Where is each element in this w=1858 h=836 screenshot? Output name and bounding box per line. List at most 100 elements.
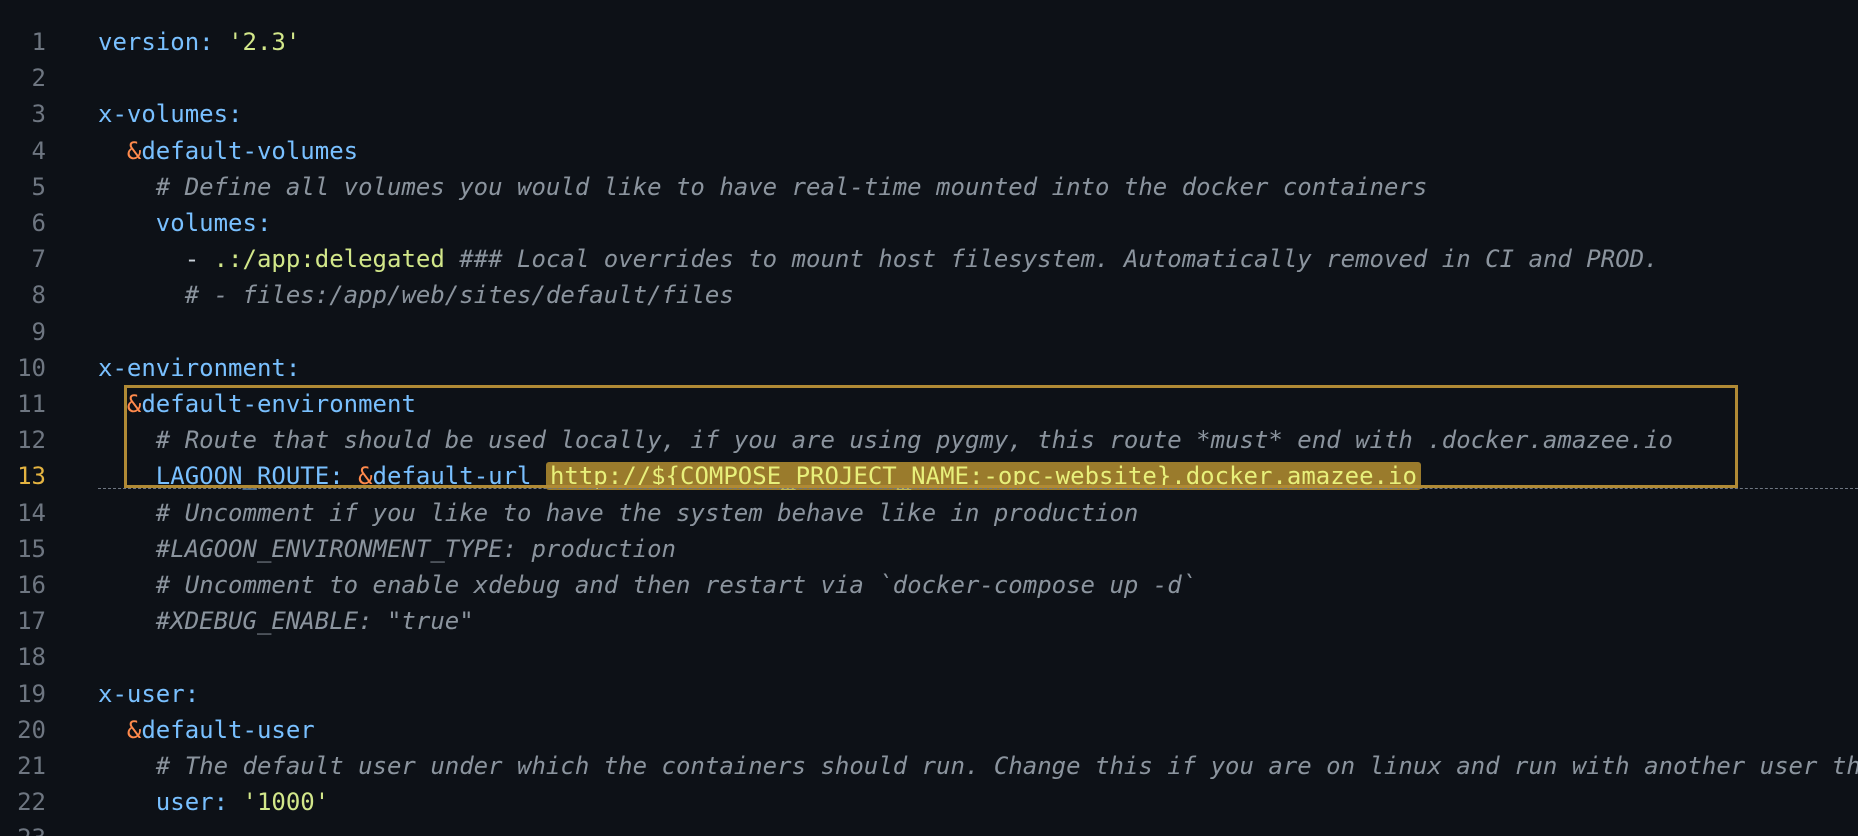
line-number: 5	[31, 172, 46, 201]
line-code[interactable]: x-user:	[98, 676, 199, 712]
line-divider	[98, 488, 1858, 489]
code-token: '1000'	[242, 788, 330, 817]
line-number: 10	[17, 353, 46, 382]
line-number: 20	[17, 715, 46, 744]
code-token: -	[184, 245, 214, 274]
code-token: &	[126, 136, 142, 165]
code-token: # - files:/app/web/sites/default/files	[184, 281, 734, 310]
code-token: # Uncomment to enable xdebug and then re…	[155, 571, 1197, 599]
line-code[interactable]: x-environment:	[98, 350, 300, 386]
line-code[interactable]: # - files:/app/web/sites/default/files	[98, 277, 734, 313]
code-token: &	[358, 462, 373, 491]
code-token: x-volumes	[98, 100, 229, 129]
code-line[interactable]: 12 # Route that should be used locally, …	[0, 422, 1858, 458]
code-line[interactable]: 4 &default-volumes	[0, 133, 1858, 169]
code-line[interactable]: 14 # Uncomment if you like to have the s…	[0, 495, 1858, 531]
line-code[interactable]: volumes:	[98, 205, 272, 241]
code-line[interactable]: 3 x-volumes:	[0, 96, 1858, 132]
code-token: volumes	[155, 209, 257, 237]
line-code[interactable]: #LAGOON_ENVIRONMENT_TYPE: production	[98, 531, 676, 567]
code-token: default-user	[141, 715, 315, 744]
code-token: #LAGOON_ENVIRONMENT_TYPE: production	[155, 534, 676, 563]
line-code[interactable]: x-volumes:	[98, 96, 243, 132]
code-line[interactable]: 18	[0, 639, 1858, 675]
code-line[interactable]: 1 version: '2.3'	[0, 24, 1858, 60]
line-number: 21	[17, 752, 46, 780]
line-number: 11	[17, 390, 46, 418]
line-number: 13	[17, 462, 46, 491]
line-code[interactable]: #XDEBUG_ENABLE: "true"	[98, 603, 474, 639]
line-number: 19	[17, 679, 46, 708]
line-number: 9	[31, 317, 46, 346]
code-line[interactable]: 23	[0, 820, 1858, 836]
line-number: 14	[17, 498, 46, 527]
line-number: 8	[31, 281, 46, 310]
code-token: :	[256, 209, 272, 237]
code-token: :	[184, 679, 200, 708]
code-token: # Route that should be used locally, if …	[155, 426, 1673, 455]
code-token: x-user	[98, 679, 185, 708]
code-token: LAGOON_ROUTE	[155, 462, 330, 491]
code-line[interactable]: 22 user: '1000'	[0, 784, 1858, 820]
code-line[interactable]: 11 &default-environment	[0, 386, 1858, 422]
code-token: :	[228, 100, 243, 129]
line-code[interactable]: - .:/app:delegated ### Local overrides t…	[98, 241, 1659, 277]
line-code[interactable]: # Uncomment to enable xdebug and then re…	[98, 567, 1196, 603]
code-token: &	[126, 390, 142, 418]
code-token: # Define all volumes you would like to h…	[155, 172, 1428, 201]
code-line[interactable]: 2	[0, 60, 1858, 96]
code-token: user	[155, 788, 214, 817]
code-token: :	[199, 28, 229, 56]
line-number: 15	[17, 534, 46, 563]
line-code[interactable]: &default-volumes	[98, 133, 358, 169]
code-line[interactable]: 20 &default-user	[0, 712, 1858, 748]
code-line[interactable]: 19 x-user:	[0, 676, 1858, 712]
code-line[interactable]: 15 #LAGOON_ENVIRONMENT_TYPE: production	[0, 531, 1858, 567]
line-code[interactable]: # Route that should be used locally, if …	[98, 422, 1673, 458]
code-token: .:/app:delegated	[213, 245, 445, 274]
code-token: default-environment	[141, 390, 416, 418]
code-line[interactable]: 17 #XDEBUG_ENABLE: "true"	[0, 603, 1858, 639]
line-code[interactable]: # Uncomment if you like to have the syst…	[98, 495, 1139, 531]
code-token: '2.3'	[228, 28, 301, 56]
line-number: 18	[17, 643, 46, 672]
line-number: 22	[17, 788, 46, 817]
code-token: :	[213, 788, 243, 817]
line-code[interactable]: &default-user	[98, 712, 315, 748]
code-line[interactable]: 7 - .:/app:delegated ### Local overrides…	[0, 241, 1858, 277]
code-line[interactable]: 10 x-environment:	[0, 350, 1858, 386]
code-line[interactable]: 9	[0, 314, 1858, 350]
line-code[interactable]: version: '2.3'	[98, 24, 300, 60]
line-code[interactable]: &default-environment	[98, 386, 416, 422]
code-line[interactable]: 8 # - files:/app/web/sites/default/files	[0, 277, 1858, 313]
highlighted-url: http://${COMPOSE_PROJECT_NAME:-opc-websi…	[545, 462, 1421, 491]
code-token: #XDEBUG_ENABLE: "true"	[155, 607, 474, 636]
line-number: 2	[31, 64, 46, 93]
line-code[interactable]: user: '1000'	[98, 784, 329, 820]
line-code[interactable]: # The default user under which the conta…	[98, 748, 1858, 784]
code-token: :	[329, 462, 359, 491]
line-number: 12	[17, 426, 46, 455]
code-token: # The default user under which the conta…	[155, 752, 1858, 780]
code-line[interactable]: 6 volumes:	[0, 205, 1858, 241]
code-line[interactable]: 5 # Define all volumes you would like to…	[0, 169, 1858, 205]
line-number: 3	[31, 100, 46, 129]
code-line[interactable]: 16 # Uncomment to enable xdebug and then…	[0, 567, 1858, 603]
code-token: x-environment	[98, 353, 286, 382]
code-editor[interactable]: 1 version: '2.3' 2 3 x-volumes: 4 &default-vo…	[0, 0, 1858, 836]
line-code[interactable]: # Define all volumes you would like to h…	[98, 169, 1428, 205]
code-line[interactable]: 21 # The default user under which the co…	[0, 748, 1858, 784]
line-number: 6	[31, 209, 46, 237]
